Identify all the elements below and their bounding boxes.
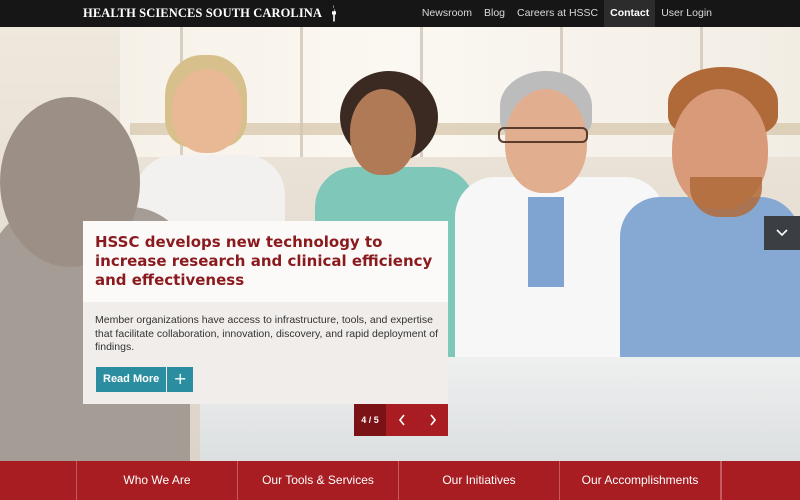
chevron-right-icon	[429, 414, 436, 426]
utility-nav: Newsroom Blog Careers at HSSC Contact Us…	[416, 0, 718, 27]
read-more-button[interactable]: Read More +	[96, 367, 194, 392]
chevron-left-icon	[398, 414, 405, 426]
top-bar: HEALTH SCIENCES SOUTH CAROLINA Newsroom …	[0, 0, 800, 27]
next-slide-button[interactable]	[417, 404, 448, 436]
slide-card-body: Member organizations have access to infr…	[83, 302, 448, 404]
nav-link-user-login[interactable]: User Login	[655, 0, 718, 27]
nav-link-contact[interactable]: Contact	[604, 0, 656, 27]
main-nav-accomplishments[interactable]: Our Accomplishments	[560, 461, 721, 500]
main-nav-tools-services[interactable]: Our Tools & Services	[238, 461, 399, 500]
torch-icon	[332, 5, 337, 22]
brand-name: HEALTH SCIENCES SOUTH CAROLINA	[83, 6, 323, 20]
nav-link-blog[interactable]: Blog	[478, 0, 511, 27]
brand-logo[interactable]: HEALTH SCIENCES SOUTH CAROLINA	[83, 5, 339, 22]
plus-icon[interactable]: +	[167, 367, 194, 392]
nav-link-careers[interactable]: Careers at HSSC	[511, 0, 604, 27]
read-more-label[interactable]: Read More	[96, 367, 167, 392]
prev-slide-button[interactable]	[386, 404, 417, 436]
main-nav-initiatives[interactable]: Our Initiatives	[399, 461, 560, 500]
main-nav-spacer-left	[0, 461, 77, 500]
side-toggle-button[interactable]	[764, 216, 800, 250]
main-nav: Who We Are Our Tools & Services Our Init…	[0, 461, 800, 500]
slide-card: HSSC develops new technology to increase…	[83, 221, 448, 404]
nav-link-newsroom[interactable]: Newsroom	[416, 0, 478, 27]
slide-title[interactable]: HSSC develops new technology to increase…	[95, 233, 440, 290]
chevron-down-icon	[776, 229, 788, 237]
main-nav-who-we-are[interactable]: Who We Are	[77, 461, 238, 500]
slider-controls: 4 / 5	[354, 404, 448, 436]
slide-counter: 4 / 5	[354, 404, 386, 436]
slide-summary: Member organizations have access to infr…	[95, 314, 439, 353]
main-nav-spacer-right	[721, 461, 800, 500]
slide-card-header: HSSC develops new technology to increase…	[83, 221, 448, 302]
